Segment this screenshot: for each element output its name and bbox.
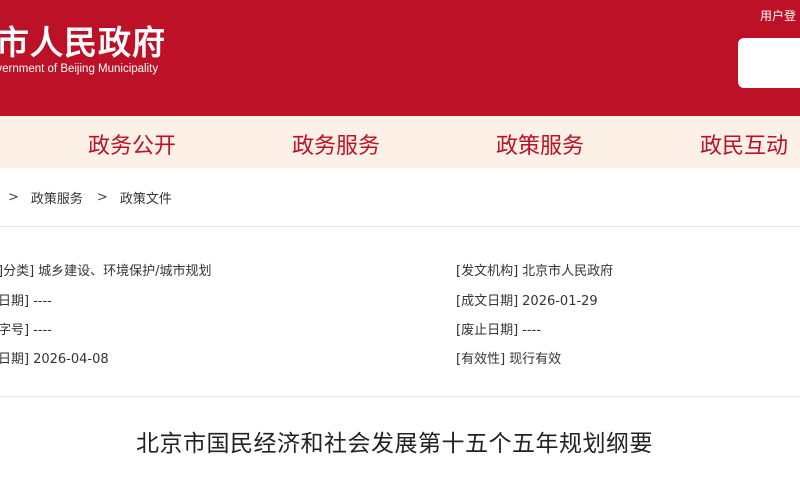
- breadcrumb-separator: >: [96, 189, 108, 205]
- meta-date-2: 日期] 2026-04-08: [0, 348, 109, 367]
- login-link[interactable]: 用户登: [760, 7, 796, 24]
- meta-written-date: [成文日期] 2026-01-29: [456, 290, 598, 309]
- breadcrumb-link-policy-services[interactable]: 政策服务: [31, 188, 83, 207]
- nav-item-policy-services[interactable]: 政策服务: [496, 128, 584, 160]
- site-title[interactable]: 市人民政府: [0, 16, 166, 64]
- meta-validity: [有效性] 现行有效: [456, 348, 561, 367]
- search-input[interactable]: [738, 38, 800, 88]
- meta-value: 城乡建设、环境保护/城市规划: [38, 264, 212, 279]
- meta-value: ----: [522, 323, 541, 338]
- breadcrumb-separator: >: [8, 189, 19, 205]
- meta-value: ----: [33, 294, 52, 309]
- meta-date-1: 日期] ----: [0, 290, 52, 309]
- meta-value: 2026-04-08: [33, 352, 109, 367]
- site-header: 市人民政府 overnment of Beijing Municipality …: [0, 0, 800, 116]
- meta-label: [成文日期]: [456, 294, 519, 309]
- nav-item-government-affairs-public[interactable]: 政务公开: [88, 128, 176, 160]
- nav-item-public-interaction[interactable]: 政民互动: [700, 128, 788, 160]
- meta-value: 北京市人民政府: [522, 264, 614, 279]
- document-title: 北京市国民经济和社会发展第十五个五年规划纲要: [136, 431, 653, 457]
- meta-label: 字号]: [0, 323, 30, 338]
- meta-issuing-authority: [发文机构] 北京市人民政府: [456, 260, 613, 279]
- site-subtitle: overnment of Beijing Municipality: [0, 63, 159, 75]
- breadcrumb-link-policy-documents[interactable]: 政策文件: [120, 188, 172, 207]
- meta-doc-number: 字号] ----: [0, 319, 52, 338]
- meta-repeal-date: [废止日期] ----: [456, 319, 541, 338]
- main-nav: 政务公开 政务服务 政策服务 政民互动: [0, 116, 800, 168]
- breadcrumb: > 政策服务 > 政策文件: [0, 182, 178, 212]
- meta-label: [发文机构]: [456, 264, 519, 279]
- divider: [0, 396, 800, 397]
- divider: [0, 226, 800, 227]
- nav-item-government-services[interactable]: 政务服务: [292, 128, 380, 160]
- meta-value: ----: [33, 323, 52, 338]
- meta-label: [有效性]: [456, 352, 506, 367]
- meta-label: ]分类]: [0, 264, 35, 279]
- meta-label: 日期]: [0, 294, 30, 309]
- meta-category: ]分类] 城乡建设、环境保护/城市规划: [0, 260, 212, 279]
- meta-label: 日期]: [0, 352, 30, 367]
- meta-label: [废止日期]: [456, 323, 519, 338]
- meta-value: 现行有效: [509, 352, 562, 367]
- meta-value: 2026-01-29: [522, 294, 598, 309]
